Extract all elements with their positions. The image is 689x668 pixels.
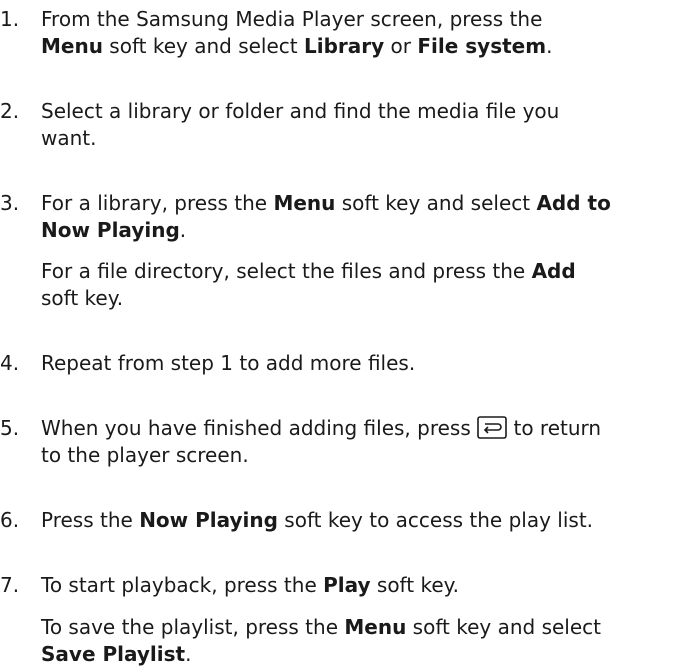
menu-keyword: Menu [273,191,336,215]
step-text: or [384,34,418,58]
step-text: to the player screen. [41,443,249,467]
library-keyword: Library [304,34,385,58]
step-number: 3. [0,191,20,215]
step-text: For a library, press the [41,191,274,215]
back-key-icon [477,416,507,439]
step-text: To start playback, press the [41,573,324,597]
step-text: From the Samsung Media Player screen, pr… [41,7,543,31]
step-6: 6. Press the Now Playing soft key to acce… [0,507,685,534]
step-number: 6. [0,508,20,532]
step-text: Press the [41,508,140,532]
step-number: 2. [0,99,20,123]
step-7-note: To save the playlist, press the Menu sof… [41,614,685,668]
now-playing-keyword: Now Playing [139,508,278,532]
step-4: 4. Repeat from step 1 to add more files. [0,350,685,377]
step-text: soft key. [370,573,459,597]
step-text: To save the playlist, press the [41,615,345,639]
step-5: 5. When you have finished adding files, p… [0,415,685,469]
step-text: want. [41,126,97,150]
step-text: soft key and select [102,34,304,58]
menu-keyword: Menu [344,615,407,639]
play-keyword: Play [323,573,371,597]
step-text: soft key and select [406,615,601,639]
step-text: to return [507,416,602,440]
step-1: 1. From the Samsung Media Player screen, … [0,6,685,60]
now-playing-keyword: Now Playing [41,218,180,242]
step-text: . [179,218,187,242]
step-text: For a file directory, select the files a… [41,259,532,283]
step-number: 4. [0,351,20,375]
step-text: Select a library or folder and find the … [41,99,560,123]
step-number: 1. [0,7,20,31]
file-system-keyword: File system [417,34,547,58]
step-text: soft key and select [335,191,537,215]
step-7: 7. To start playback, press the Play soft… [0,572,685,599]
step-text: soft key to access the play list. [277,508,594,532]
step-2: 2. Select a library or folder and find th… [0,98,685,152]
step-text: . [546,34,553,58]
step-3: 3. For a library, press the Menu soft key… [0,190,685,244]
menu-keyword: Menu [41,34,103,58]
step-text: Repeat from step 1 to add more files. [41,351,416,375]
step-3-note: For a file directory, select the files a… [41,258,685,312]
add-to-keyword: Add to [536,191,611,215]
step-number: 7. [0,573,20,597]
step-number: 5. [0,416,20,440]
step-text: When you have finished adding files, pre… [41,416,478,440]
step-text: soft key. [41,286,124,310]
add-keyword: Add [531,259,576,283]
instructions-page: 1. From the Samsung Media Player screen, … [0,0,689,666]
